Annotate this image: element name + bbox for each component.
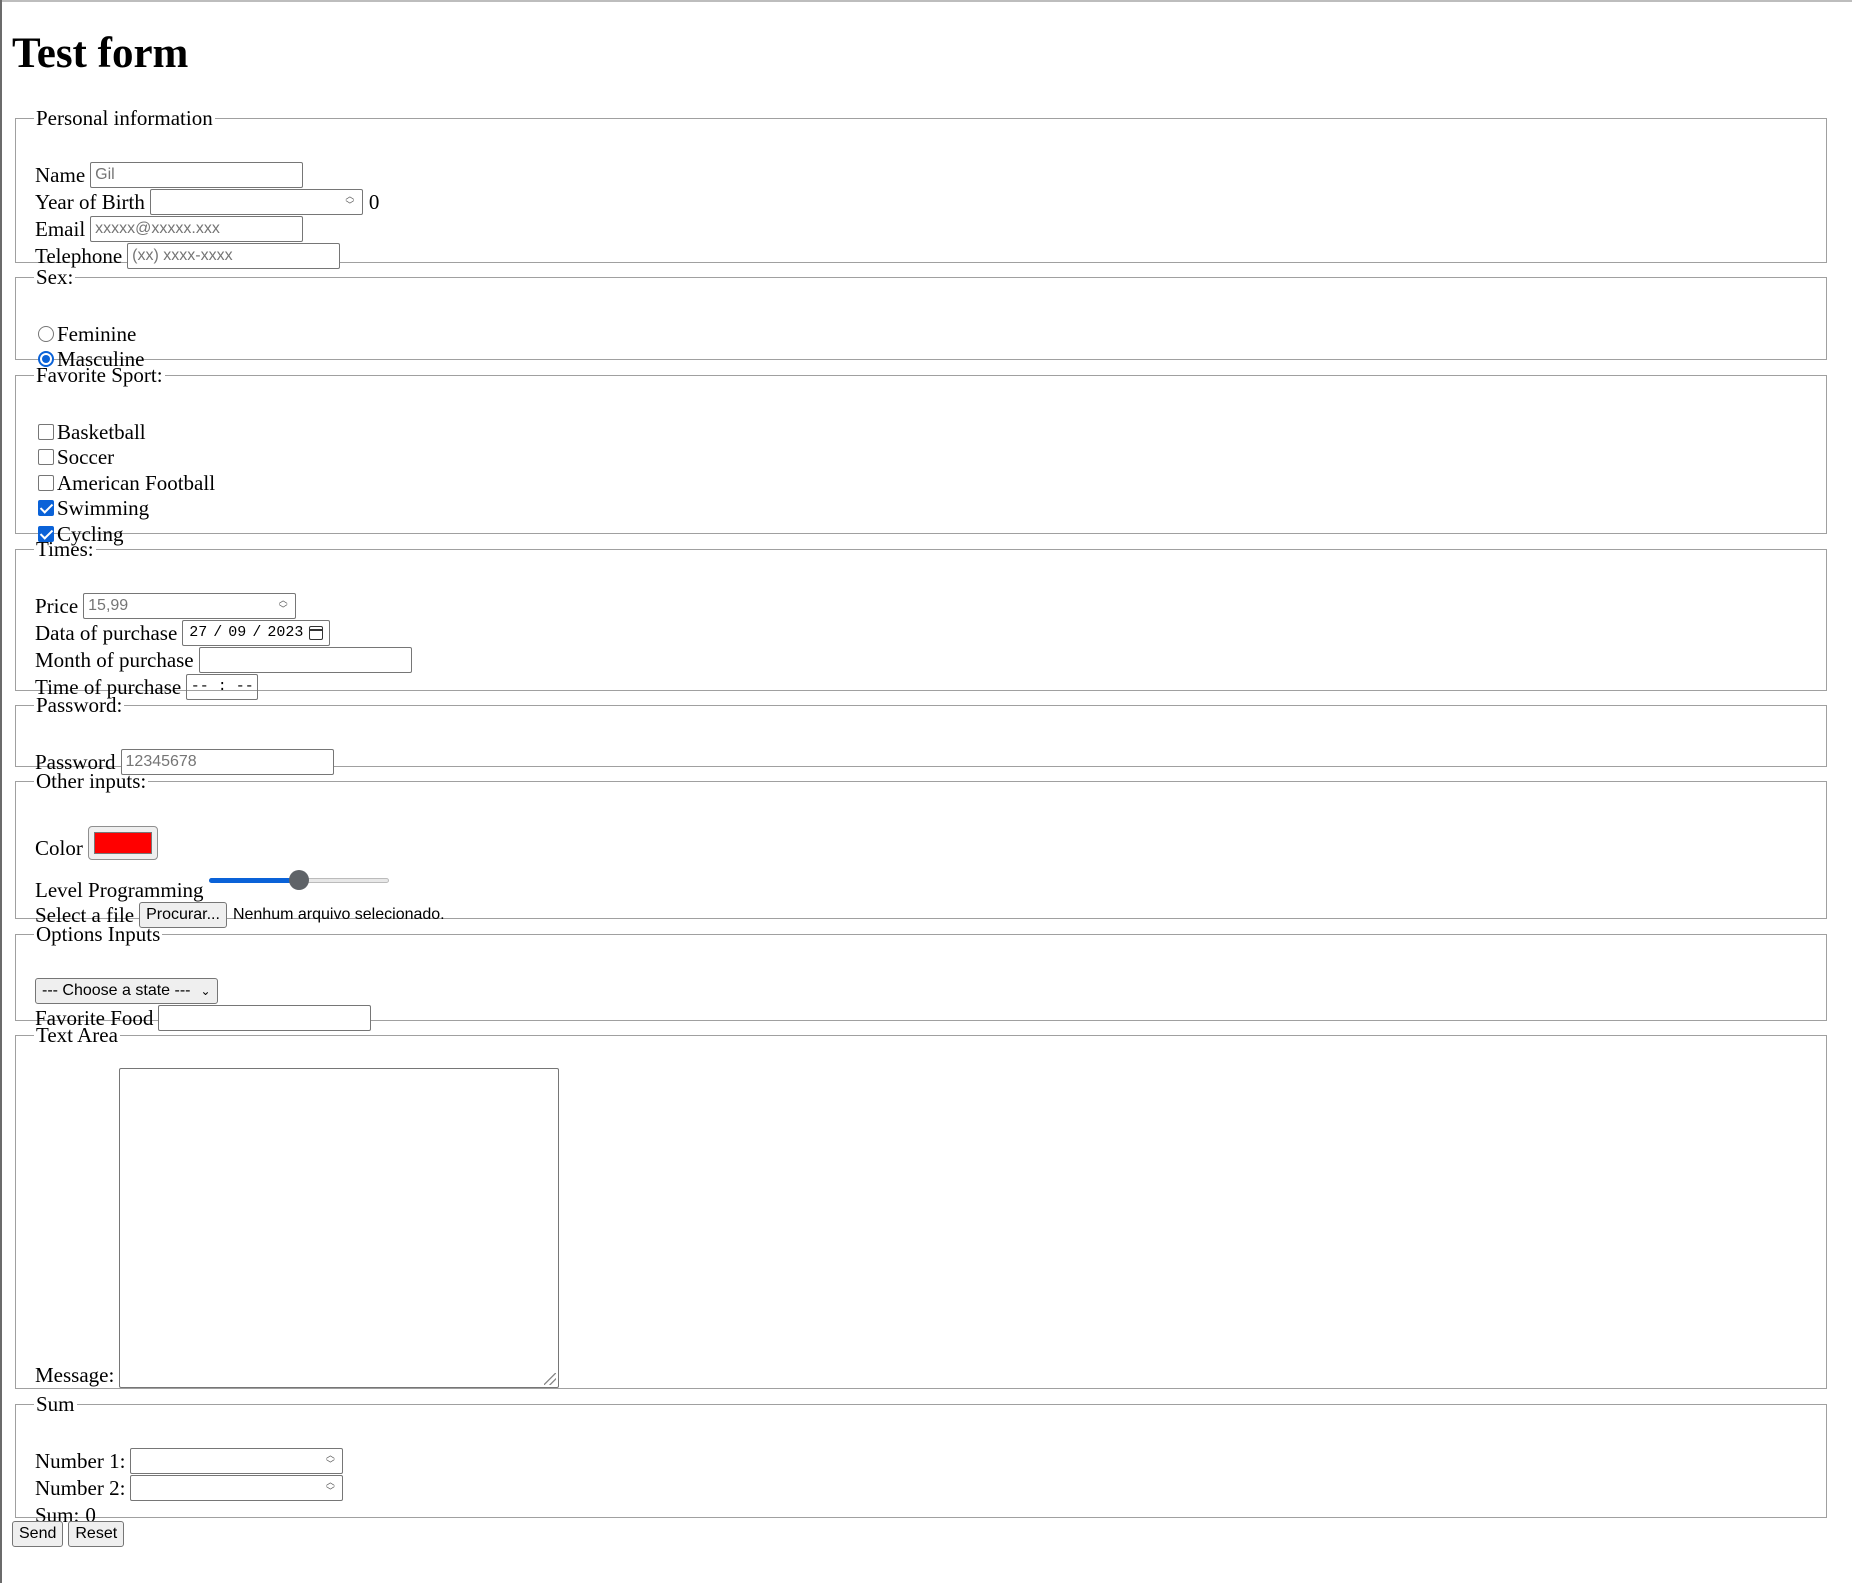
name-row: Name	[35, 162, 304, 188]
price-row: Price ︿﹀	[35, 593, 297, 619]
date-row: Data of purchase 27/ 09/ 2023	[35, 620, 331, 646]
password-fieldset: Password: Password	[15, 693, 1827, 775]
date-input[interactable]: 27/ 09/ 2023	[182, 620, 331, 646]
month-label: Month of purchase	[35, 648, 194, 672]
sport-american-football[interactable]: American Football	[35, 470, 215, 496]
number1-input[interactable]	[130, 1448, 344, 1474]
resize-grip-icon[interactable]	[544, 1373, 557, 1385]
left-border	[0, 0, 2, 1583]
name-label: Name	[35, 163, 86, 187]
year-input[interactable]	[149, 189, 363, 215]
email-label: Email	[35, 217, 86, 241]
sum-legend: Sum	[36, 1392, 75, 1416]
textarea-fieldset: Text Area Message:	[15, 1023, 1827, 1389]
date-label: Data of purchase	[35, 621, 178, 645]
message-label: Message:	[35, 1363, 115, 1387]
times-legend: Times:	[36, 537, 94, 561]
send-button[interactable]: Send	[12, 1521, 64, 1547]
date-month[interactable]: 09	[228, 620, 246, 646]
sport-swimming[interactable]: Swimming	[35, 495, 149, 521]
spinner-arrows-icon[interactable]: ︿ ﹀	[323, 1451, 337, 1471]
checkbox[interactable]	[38, 424, 54, 440]
checkbox-label: Swimming	[57, 496, 150, 520]
email-input[interactable]	[90, 216, 304, 242]
level-label: Level Programming	[35, 878, 204, 902]
other-inputs-fieldset: Other inputs: Color Level Programming Se…	[15, 769, 1827, 928]
radio-feminine[interactable]: Feminine	[35, 321, 136, 347]
slider-fill	[208, 878, 299, 883]
level-slider[interactable]	[208, 865, 389, 895]
other-inputs-legend: Other inputs:	[36, 769, 147, 793]
price-label: Price	[35, 594, 79, 618]
options-legend: Options Inputs	[36, 922, 161, 946]
sex-fieldset: Sex: Feminine Masculine	[15, 265, 1827, 371]
password-legend: Password:	[36, 693, 123, 717]
color-row: Color	[35, 825, 158, 861]
message-row: Message:	[35, 1068, 560, 1388]
state-select-value: --- Choose a state ---	[42, 982, 191, 999]
number1-label: Number 1:	[35, 1449, 126, 1473]
message-textarea[interactable]	[119, 1068, 560, 1388]
year-label: Year of Birth	[35, 190, 145, 214]
color-label: Color	[35, 836, 83, 860]
year-row: Year of Birth ︿ ﹀ 0	[35, 189, 379, 215]
sport-fieldset: Favorite Sport: Basketball Soccer Americ…	[15, 363, 1827, 546]
radio-button[interactable]	[38, 326, 54, 342]
checkbox-label: Basketball	[57, 420, 146, 444]
spinner-arrows-icon[interactable]: ︿ ﹀	[323, 1478, 337, 1498]
state-select[interactable]: --- Choose a state --- ⌄	[35, 978, 218, 1004]
checkbox[interactable]	[38, 500, 54, 516]
spinner-arrows-icon[interactable]: ︿ ﹀	[343, 192, 357, 212]
chevron-down-icon: ⌄	[200, 984, 211, 998]
name-input[interactable]	[90, 162, 304, 188]
year-stepper[interactable]: ︿ ﹀	[149, 189, 363, 215]
level-row: Level Programming	[35, 870, 389, 905]
sum-fieldset: Sum Number 1: ︿ ﹀ Number 2: ︿ ﹀ Sum: 0	[15, 1392, 1827, 1527]
number2-stepper[interactable]: ︿ ﹀	[130, 1475, 344, 1501]
number1-stepper[interactable]: ︿ ﹀	[130, 1448, 344, 1474]
checkbox-label: American Football	[57, 471, 216, 495]
reset-button[interactable]: Reset	[68, 1521, 125, 1547]
checkbox-label: Soccer	[57, 445, 115, 469]
sport-soccer[interactable]: Soccer	[35, 444, 114, 470]
price-input[interactable]	[83, 593, 297, 619]
top-border	[0, 0, 1852, 2]
textarea-legend: Text Area	[36, 1023, 118, 1047]
sport-legend: Favorite Sport:	[36, 363, 163, 387]
email-row: Email	[35, 216, 304, 242]
form-buttons: Send Reset	[12, 1521, 125, 1547]
number2-row: Number 2: ︿ ﹀	[35, 1475, 344, 1501]
date-year[interactable]: 2023	[267, 620, 303, 646]
number2-input[interactable]	[130, 1475, 344, 1501]
number2-label: Number 2:	[35, 1476, 126, 1500]
state-row: --- Choose a state --- ⌄	[35, 978, 218, 1004]
month-input[interactable]	[198, 647, 412, 673]
page-title: Test form	[12, 30, 189, 77]
radio-label-feminine: Feminine	[57, 322, 137, 346]
number1-row: Number 1: ︿ ﹀	[35, 1448, 344, 1474]
times-fieldset: Times: Price ︿﹀ Data of purchase 27/ 09/…	[15, 537, 1827, 700]
year-output: 0	[368, 190, 380, 214]
date-day[interactable]: 27	[189, 620, 207, 646]
sport-basketball[interactable]: Basketball	[35, 419, 146, 445]
month-row: Month of purchase	[35, 647, 412, 673]
checkbox[interactable]	[38, 475, 54, 491]
slider-thumb[interactable]	[288, 870, 309, 890]
checkbox[interactable]	[38, 449, 54, 465]
sex-legend: Sex:	[36, 265, 74, 289]
calendar-icon[interactable]	[309, 626, 324, 640]
personal-info-legend: Personal information	[36, 106, 213, 130]
color-picker[interactable]	[87, 826, 158, 860]
color-swatch	[93, 832, 152, 854]
options-fieldset: Options Inputs --- Choose a state --- ⌄ …	[15, 922, 1827, 1031]
price-stepper[interactable]: ︿﹀	[83, 593, 297, 619]
personal-info-fieldset: Personal information Name Year of Birth …	[15, 106, 1827, 269]
spinner-arrows-icon[interactable]: ︿ ﹀	[276, 596, 290, 616]
